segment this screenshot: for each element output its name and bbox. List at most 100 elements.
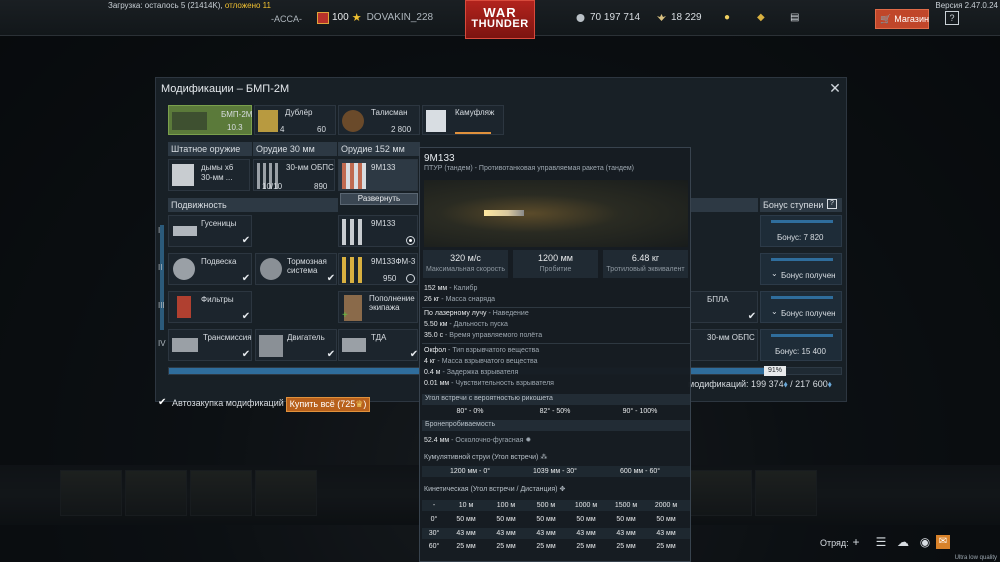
talisman-card[interactable]: Талисман 2 800 [338,105,420,135]
tier-1-label: I [158,226,161,235]
help-button[interactable]: ? [945,11,959,25]
gold-icon[interactable]: ◆ [757,12,768,23]
checkbox-checked-icon[interactable]: ✔ [158,398,168,408]
tier-line [160,225,164,330]
tracks-label: Гусеницы [201,219,237,228]
duplicate-count: 4 [280,125,285,134]
vehicle-card[interactable]: БМП-2М 10.3 [168,105,252,135]
autobuy-label: Автозакупка модификаций [172,398,284,408]
shop-button[interactable]: 🛒 Магазин [875,9,929,29]
tda-label: ТДА [371,333,387,342]
check-icon: ✔ [409,349,419,360]
missile-image [424,180,688,247]
friends-icon[interactable]: ☁ [896,535,910,549]
loading-status: Загрузка: осталось 5 (21414K), отложено … [108,1,271,10]
add-icon[interactable]: + [849,535,863,549]
buy-all-button[interactable]: Купить всё (725♛) [286,397,370,412]
player-info[interactable]: 100 ★ DOVAKIN_228 [317,11,433,24]
kinetic-col-header: - [432,502,436,509]
filters-module[interactable]: Фильтры ✔ [168,291,252,323]
player-rank: 100 [332,12,349,23]
tier-3-label: III [158,301,165,310]
bonus-tier-2[interactable]: ⌄ Бонус получен [760,253,842,285]
silver-balance[interactable]: 70 197 714 [575,12,640,23]
cumulative-cell: 600 мм - 60° [619,468,661,475]
plus-icon: + [342,310,348,321]
camo-card[interactable]: Камуфляж [422,105,504,135]
engine-module[interactable]: Двигатель ✔ [255,329,337,361]
smoke-label: дымы х6 [201,163,234,172]
ap30-price: 890 [314,182,328,191]
tank-icon [172,112,207,130]
m9m133-top-module[interactable]: 9М133 [338,159,418,191]
talisman-label: Талисман [371,108,408,117]
brakes-module[interactable]: Тормозная система ✔ [255,253,337,285]
tracks-module[interactable]: Гусеницы ✔ [168,215,252,247]
help-icon[interactable]: ? [827,199,837,209]
list-icon[interactable]: ☰ [874,535,888,549]
ap30-right-module[interactable]: 30-мм ОБПС [690,329,758,361]
duplicate-card[interactable]: Дублёр 4 60 [254,105,336,135]
vehicle-name: БМП-2М [221,110,253,119]
bpla-module[interactable]: БПЛА ✔ [690,291,758,323]
kinetic-cell: 50 мм [616,516,636,523]
ap30-module[interactable]: 30-мм ОБПС 10/10 890 [253,159,335,191]
divider [422,343,690,344]
ap30-count: 10/10 [262,182,283,191]
ricochet-header: Угол встречи с вероятностью рикошета [422,394,690,405]
duplicate-icon [258,110,278,132]
bonus-tier-3[interactable]: ⌄ Бонус получен [760,291,842,323]
crew-refill-module[interactable]: + Пополнение экипажа [338,291,418,323]
modifications-total: модификаций: 199 374⬧ / 217 600⬧ [688,379,832,389]
close-icon[interactable]: ✕ [828,81,842,95]
selected-radio[interactable] [406,236,415,245]
talisman-price: 2 800 [391,125,412,134]
bonus-progress [771,220,833,223]
check-icon: ✔ [326,349,336,360]
chat-icon[interactable]: ◉ [918,535,932,549]
transmission-label: Трансмиссия [203,333,252,342]
kinetic-col-header: 1000 м [574,502,598,509]
prop-caliber: 152 мм - Калибр [424,285,478,292]
ricochet-cell: 82° - 50% [539,408,571,415]
prop-explosive-type: Окфол - Тип взрывчатого вещества [424,347,540,354]
lightbulb-icon[interactable]: ● [724,12,735,23]
kinetic-col-header: 500 м [536,502,556,509]
bonus-tier-2-label: Бонус получен [781,271,836,280]
cumulative-cell: 1039 мм - 30° [533,468,577,475]
smoke-module[interactable]: дымы х6 30-мм ... [168,159,250,191]
missiles-icon [342,163,366,189]
squad-tag[interactable]: -ACCA- [271,14,302,24]
m9m133fm3-price: 950 [383,274,397,283]
transmission-module[interactable]: Трансмиссия ✔ [168,329,252,361]
tda-module[interactable]: ТДА ✔ [338,329,418,361]
chevron-down-icon: ⌄ [771,307,778,316]
bonus-tier-4-label: Бонус: 15 400 [775,347,826,356]
unselected-radio[interactable] [406,274,415,283]
ticket-icon[interactable]: ▤ [790,12,801,23]
mail-icon[interactable]: ✉ [936,535,950,549]
bonus-header: Бонус ступени ? [760,198,842,212]
m9m133fm3-module[interactable]: 9М133ФМ-3 950 [338,253,418,285]
research-icon: ⬧ [827,379,832,389]
prop-mass: 26 кг - Масса снаряда [424,296,496,303]
suspension-module[interactable]: Подвеска ✔ [168,253,252,285]
check-icon: ✔ [747,311,757,322]
bonus-tier-1: Бонус: 7 820 [760,215,842,247]
kinetic-cell: 50 мм [536,516,556,523]
stat-speed: 320 м/с Максимальная скорость [423,250,508,278]
quality-label: Ultra low quality [954,555,997,561]
m9m133-module[interactable]: 9М133 [338,215,418,247]
research-balance[interactable]: 18 229 [656,12,702,23]
game-logo[interactable]: WAR THUNDER [465,0,535,39]
armor-header: Бронепробиваемость [422,420,690,431]
prop-fuse-delay: 0.4 м - Задержка взрывателя [424,369,519,376]
kinetic-col-header: 1500 м [614,502,638,509]
filters-label: Фильтры [201,295,234,304]
duplicate-label: Дублёр [285,108,313,117]
ap30-right-label: 30-мм ОБПС [707,333,755,342]
talisman-icon [342,110,364,132]
autobuy-toggle[interactable]: ✔ Автозакупка модификаций [158,398,284,409]
expand-button[interactable]: Развернуть [340,193,418,205]
brakes-icon [260,258,282,280]
